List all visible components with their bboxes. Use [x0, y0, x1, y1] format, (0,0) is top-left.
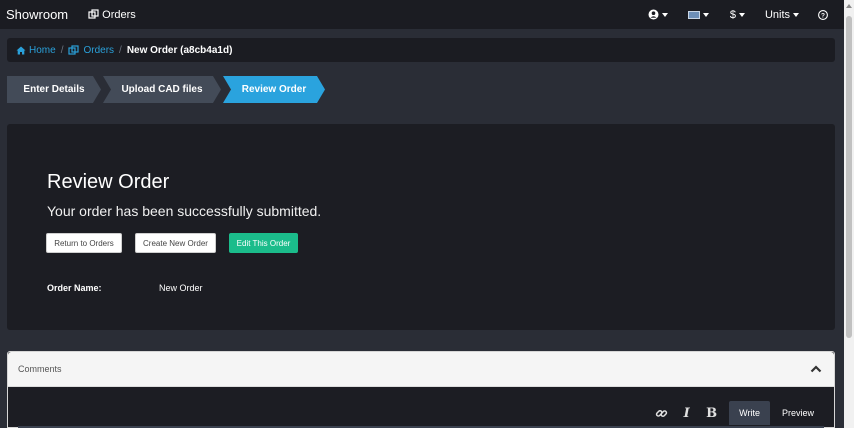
- breadcrumb-current: New Order (a8cb4a1d): [126, 44, 233, 56]
- breadcrumb-home[interactable]: Home: [16, 45, 56, 56]
- page-title: Review Order: [47, 171, 170, 193]
- caret-down-icon: [702, 12, 709, 17]
- top-navbar: Showroom Orders $ Units ?: [0, 0, 844, 29]
- comments-header[interactable]: Comments: [8, 352, 834, 387]
- orders-icon: [88, 9, 99, 19]
- breadcrumb-separator: /: [60, 44, 64, 56]
- dollar-icon: $: [729, 8, 736, 21]
- caret-down-icon: [661, 12, 668, 17]
- home-icon: [16, 46, 26, 54]
- link-icon[interactable]: [649, 401, 674, 425]
- editor-toolbar: I B Write Preview: [649, 401, 826, 425]
- user-menu[interactable]: [648, 9, 668, 20]
- caret-down-icon: [738, 12, 745, 17]
- chevron-up-icon[interactable]: [810, 365, 822, 373]
- help-button[interactable]: ?: [818, 9, 828, 20]
- step-review-order[interactable]: Review Order: [223, 76, 325, 103]
- step-upload-cad[interactable]: Upload CAD files: [103, 76, 221, 103]
- nav-orders-label: Orders: [102, 8, 136, 21]
- return-to-orders-button[interactable]: Return to Orders: [46, 233, 122, 253]
- comments-title: Comments: [18, 364, 62, 374]
- currency-menu[interactable]: $: [730, 9, 745, 21]
- svg-text:?: ?: [821, 12, 825, 19]
- breadcrumb-separator: /: [119, 44, 122, 56]
- breadcrumb-orders-label: Orders: [83, 44, 115, 56]
- scroll-up-icon[interactable]: [846, 4, 852, 8]
- comments-panel: Comments I B Write Preview: [7, 351, 835, 428]
- breadcrumb: Home / Orders / New Order (a8cb4a1d): [7, 38, 835, 62]
- review-panel: Review Order Your order has been success…: [7, 124, 835, 330]
- order-name-label: Order Name:: [47, 283, 102, 293]
- scrollbar-thumb[interactable]: [846, 16, 852, 338]
- orders-icon: [68, 44, 80, 55]
- tab-preview[interactable]: Preview: [770, 401, 826, 425]
- step-enter-details[interactable]: Enter Details: [7, 76, 101, 103]
- italic-icon[interactable]: I: [674, 401, 699, 425]
- order-name-value: New Order: [159, 283, 203, 293]
- page-scrollbar[interactable]: [844, 0, 854, 428]
- tab-write[interactable]: Write: [729, 401, 770, 425]
- caret-down-icon: [793, 12, 799, 17]
- flag-icon: [687, 10, 700, 19]
- help-circle-icon: ?: [818, 9, 828, 20]
- units-menu[interactable]: Units: [765, 9, 799, 21]
- breadcrumb-home-label: Home: [29, 44, 56, 56]
- brand-logo[interactable]: Showroom: [6, 7, 68, 22]
- user-circle-icon: [648, 9, 659, 20]
- language-menu[interactable]: [687, 10, 709, 19]
- bold-icon[interactable]: B: [699, 401, 724, 425]
- edit-order-button[interactable]: Edit This Order: [229, 233, 298, 253]
- nav-orders-link[interactable]: Orders: [88, 9, 136, 21]
- create-new-order-button[interactable]: Create New Order: [135, 233, 216, 253]
- units-label: Units: [764, 8, 790, 21]
- success-message: Your order has been successfully submitt…: [47, 203, 322, 219]
- breadcrumb-orders[interactable]: Orders: [68, 45, 114, 56]
